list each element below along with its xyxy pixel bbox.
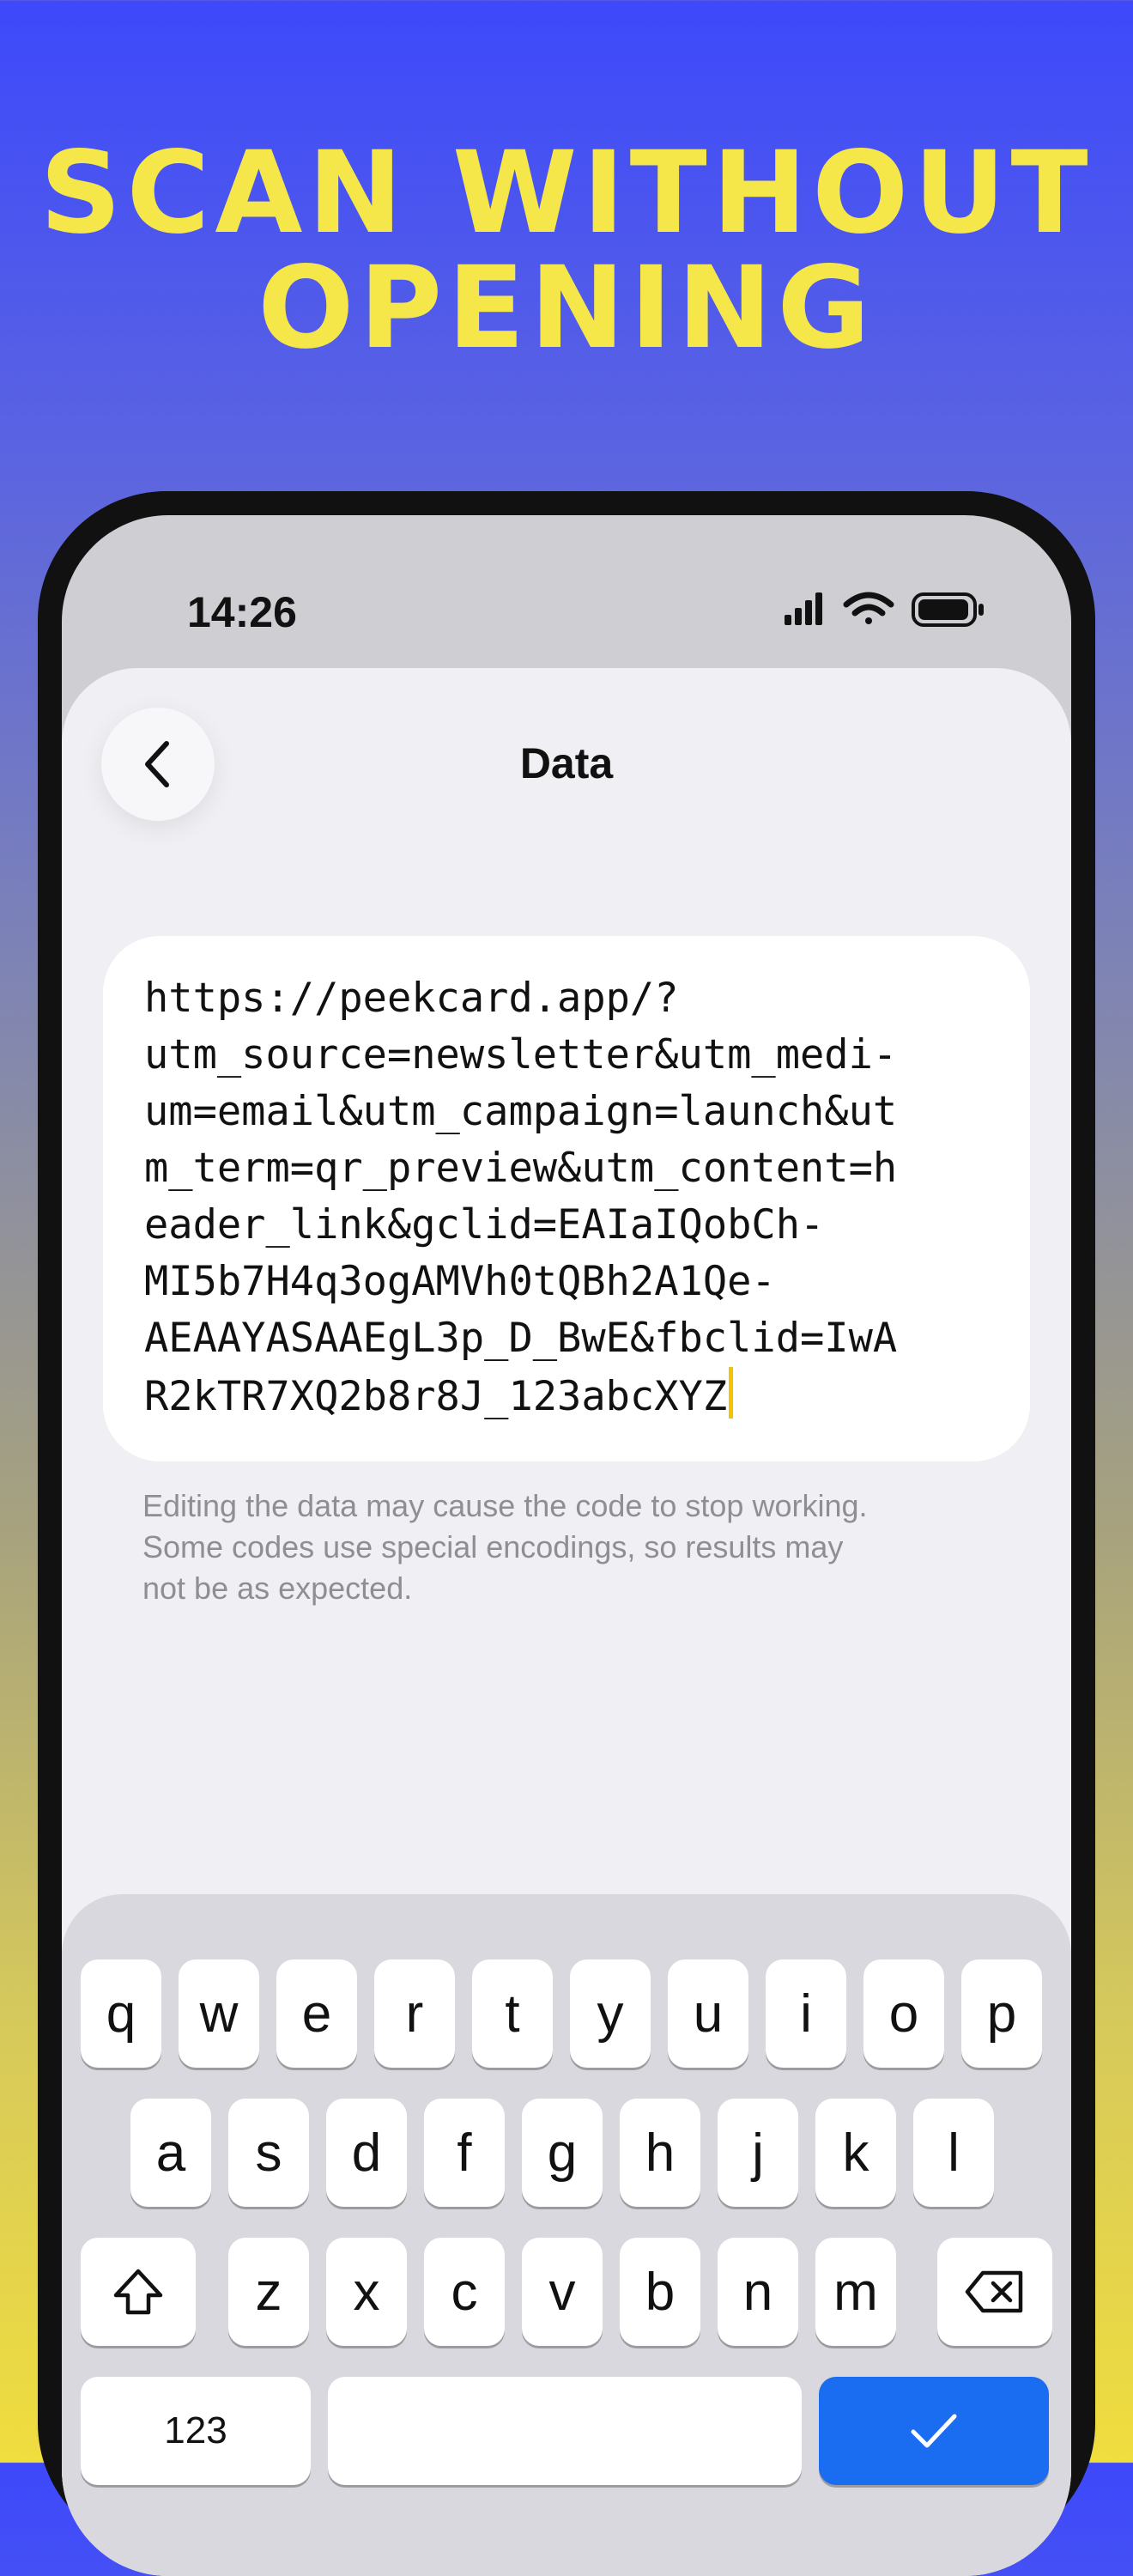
data-line: R2kTR7XQ2b8r8J_123abcXYZ <box>144 1373 728 1420</box>
key-j[interactable]: j <box>718 2099 798 2207</box>
key-z[interactable]: z <box>228 2238 309 2346</box>
promo-headline-line2: OPENING <box>258 242 876 374</box>
key-g[interactable]: g <box>522 2099 603 2207</box>
data-line: m_term=qr_preview&utm_content=h <box>144 1145 898 1192</box>
key-e[interactable]: e <box>276 1959 357 2068</box>
key-x[interactable]: x <box>326 2238 407 2346</box>
promo-headline-line1: SCAN WITHOUT <box>39 127 1094 259</box>
key-k[interactable]: k <box>815 2099 896 2207</box>
data-sheet: Data https://peekcard.app/? utm_source=ne… <box>62 668 1071 2576</box>
key-u[interactable]: u <box>668 1959 748 2068</box>
key-r[interactable]: r <box>374 1959 455 2068</box>
key-w[interactable]: w <box>179 1959 259 2068</box>
promo-headline: SCAN WITHOUT OPENING <box>0 136 1133 366</box>
data-line-last: R2kTR7XQ2b8r8J_123abcXYZ <box>144 1367 994 1425</box>
phone-screen: 14:26 Data https://peekcard.app/? utm_so… <box>62 515 1071 2576</box>
key-n[interactable]: n <box>718 2238 798 2346</box>
key-f[interactable]: f <box>424 2099 505 2207</box>
key-c[interactable]: c <box>424 2238 505 2346</box>
key-o[interactable]: o <box>863 1959 944 2068</box>
page-title: Data <box>519 739 614 787</box>
data-line: utm_source=newsletter&utm_medi- <box>144 1031 898 1078</box>
key-i[interactable]: i <box>766 1959 846 2068</box>
warning-line: Editing the data may cause the code to s… <box>142 1488 868 1523</box>
data-text-field[interactable]: https://peekcard.app/? utm_source=newslet… <box>103 936 1030 1461</box>
key-h[interactable]: h <box>620 2099 700 2207</box>
keyboard: q w e r t y u i o p a s d f g h j k l z … <box>62 1894 1071 2576</box>
key-d[interactable]: d <box>326 2099 407 2207</box>
cellular-signal-icon <box>785 592 822 625</box>
key-l[interactable]: l <box>913 2099 994 2207</box>
checkmark-icon <box>911 2414 957 2448</box>
status-time: 14:26 <box>187 588 297 636</box>
data-line: eader_link&gclid=EAIaIQobCh- <box>144 1201 825 1249</box>
key-s[interactable]: s <box>228 2099 309 2207</box>
data-line: um=email&utm_campaign=launch&ut <box>144 1088 898 1135</box>
delete-backspace-icon <box>965 2270 1023 2313</box>
data-line: AEAAYASAAEgL3p_D_BwE&fbclid=IwA <box>144 1315 898 1362</box>
phone-frame: 14:26 Data https://peekcard.app/? utm_so… <box>38 491 1095 2576</box>
wifi-icon <box>843 592 894 624</box>
space-key[interactable] <box>328 2377 802 2485</box>
key-v[interactable]: v <box>522 2238 603 2346</box>
text-caret <box>729 1367 734 1419</box>
key-q[interactable]: q <box>81 1959 161 2068</box>
key-p[interactable]: p <box>961 1959 1042 2068</box>
key-a[interactable]: a <box>130 2099 211 2207</box>
key-y[interactable]: y <box>570 1959 651 2068</box>
key-m[interactable]: m <box>815 2238 896 2346</box>
data-line: MI5b7H4q3ogAMVh0tQBh2A1Qe- <box>144 1258 776 1305</box>
warning-line: Some codes use special encodings, so res… <box>142 1529 844 1564</box>
done-key[interactable] <box>819 2377 1049 2485</box>
key-t[interactable]: t <box>472 1959 553 2068</box>
numbers-key[interactable]: 123 <box>81 2377 311 2485</box>
key-b[interactable]: b <box>620 2238 700 2346</box>
edit-warning-text: Editing the data may cause the code to s… <box>142 1485 1018 1609</box>
status-icons <box>785 592 984 627</box>
shift-icon <box>113 2269 163 2315</box>
shift-key[interactable] <box>81 2238 196 2346</box>
data-text-value[interactable]: https://peekcard.app/? utm_source=newslet… <box>144 970 994 1425</box>
battery-icon <box>912 592 984 627</box>
warning-line: not be as expected. <box>142 1571 413 1606</box>
data-line: https://peekcard.app/? <box>144 975 679 1022</box>
delete-key[interactable] <box>937 2238 1052 2346</box>
